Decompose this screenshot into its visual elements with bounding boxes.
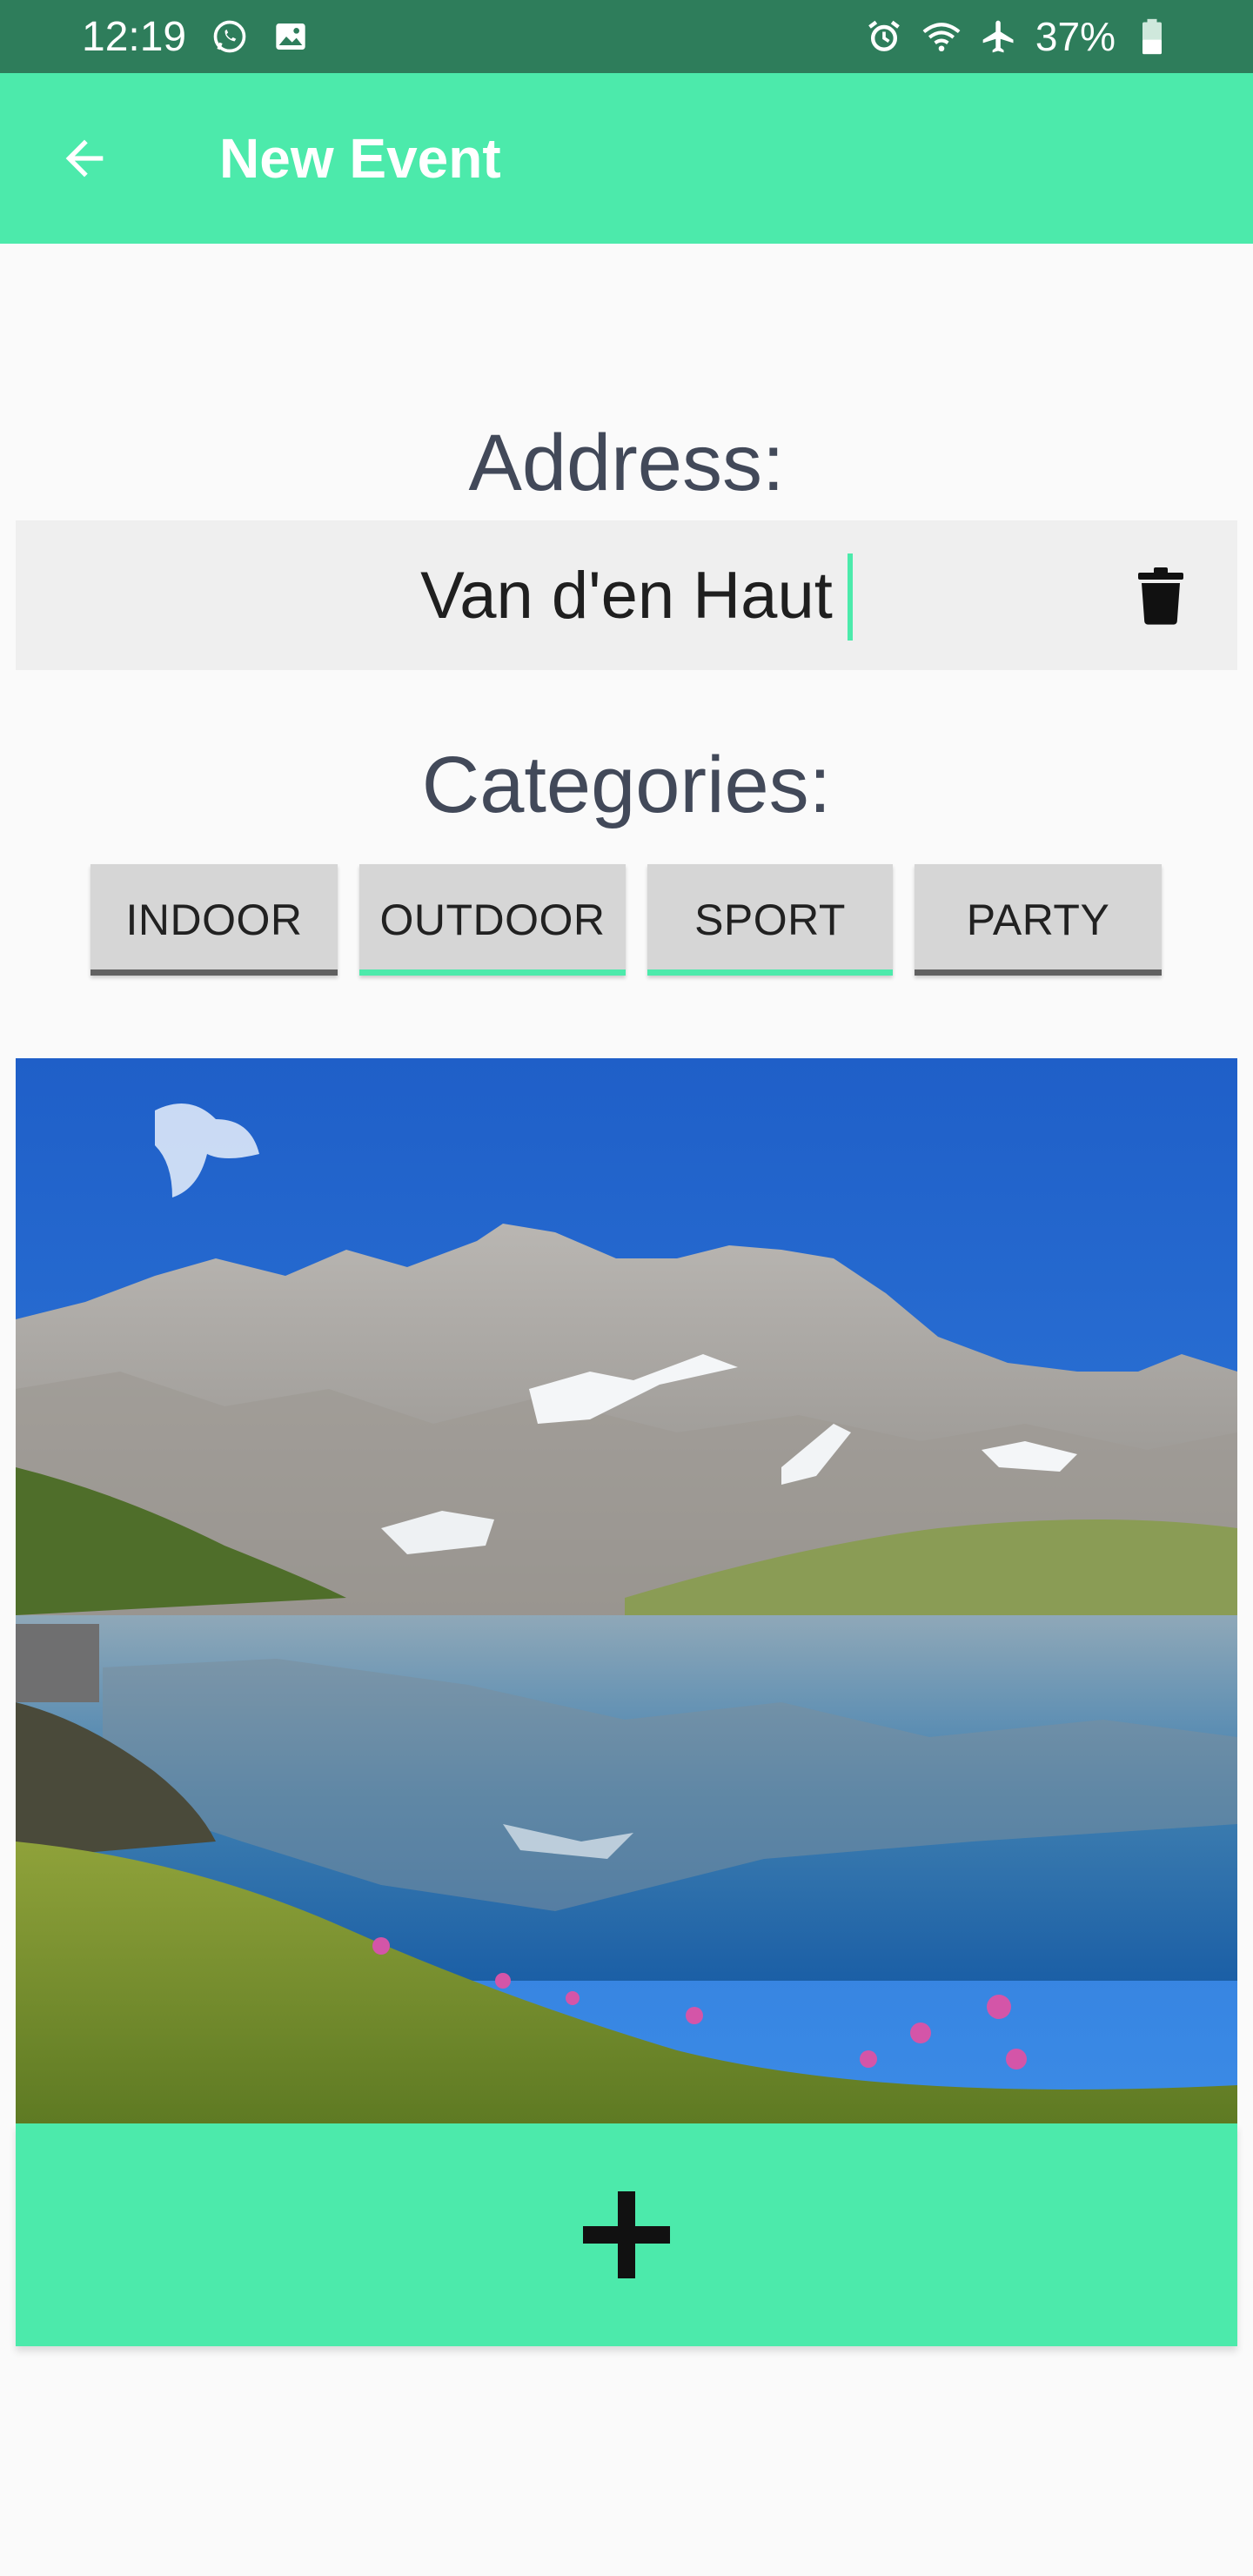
battery-percent: 37% bbox=[1035, 14, 1116, 59]
category-indoor-indicator bbox=[90, 969, 338, 976]
battery-icon bbox=[1131, 16, 1173, 57]
text-cursor bbox=[848, 553, 853, 641]
wifi-icon bbox=[921, 16, 962, 57]
image-icon bbox=[270, 16, 312, 57]
address-field[interactable] bbox=[16, 520, 1237, 670]
page-title: New Event bbox=[219, 127, 501, 190]
category-party-indicator bbox=[915, 969, 1162, 976]
delete-address-button[interactable] bbox=[1128, 562, 1194, 628]
status-time: 12:19 bbox=[82, 13, 187, 60]
category-indoor-label: INDOOR bbox=[125, 896, 303, 944]
airplane-mode-icon bbox=[978, 16, 1020, 57]
category-sport-button[interactable]: SPORT bbox=[647, 864, 893, 976]
add-button[interactable] bbox=[16, 2123, 1237, 2346]
category-outdoor-label: OUTDOOR bbox=[379, 896, 606, 944]
address-label: Address: bbox=[468, 419, 785, 507]
category-party-button[interactable]: PARTY bbox=[915, 864, 1162, 976]
category-buttons: INDOOR OUTDOOR SPORT PARTY bbox=[0, 864, 1253, 977]
arrow-left-icon bbox=[65, 139, 104, 178]
landscape-image bbox=[16, 1058, 1237, 2123]
categories-label: Categories: bbox=[421, 741, 832, 829]
category-sport-label: SPORT bbox=[694, 896, 846, 944]
category-indoor-button[interactable]: INDOOR bbox=[90, 864, 338, 976]
category-outdoor-indicator bbox=[359, 969, 626, 976]
category-party-label: PARTY bbox=[966, 896, 1110, 944]
status-bar: 12:19 37% bbox=[0, 0, 1253, 73]
alarm-icon bbox=[863, 16, 905, 57]
plus-icon bbox=[583, 2191, 670, 2278]
back-button[interactable] bbox=[37, 111, 132, 206]
status-right: 37% bbox=[863, 13, 1173, 60]
address-input[interactable] bbox=[235, 543, 1018, 647]
whatsapp-icon bbox=[209, 16, 251, 57]
category-outdoor-button[interactable]: OUTDOOR bbox=[359, 864, 626, 976]
app-bar: New Event bbox=[0, 73, 1253, 244]
trash-icon bbox=[1138, 567, 1183, 625]
status-left: 12:19 bbox=[82, 13, 312, 61]
category-sport-indicator bbox=[647, 969, 893, 976]
event-photo[interactable] bbox=[16, 1058, 1237, 2123]
